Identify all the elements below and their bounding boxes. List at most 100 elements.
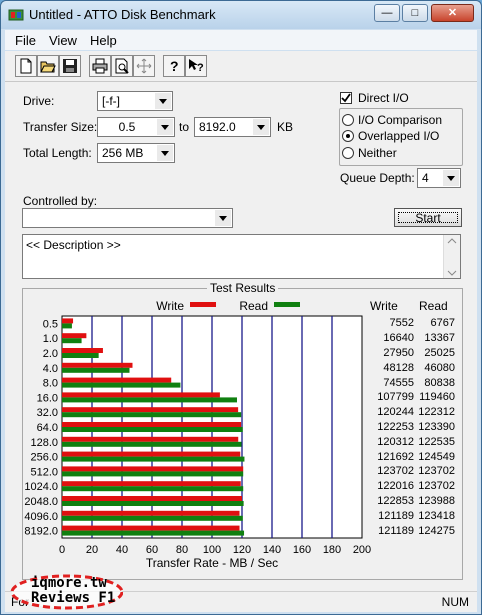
y-tick-label: 4.0 bbox=[43, 363, 58, 375]
x-tick-label: 0 bbox=[59, 544, 65, 556]
chevron-down-icon[interactable] bbox=[253, 119, 269, 135]
main-panel: Drive: [-f-] Transfer Size: 0.5 to 8192.… bbox=[5, 82, 477, 607]
write-bar bbox=[62, 525, 240, 531]
queue-depth-value: 4 bbox=[422, 171, 429, 185]
read-value: 124275 bbox=[418, 524, 455, 537]
read-bar bbox=[62, 530, 245, 536]
menu-view[interactable]: View bbox=[49, 33, 77, 48]
write-bar bbox=[62, 422, 242, 427]
write-bar bbox=[62, 318, 74, 324]
chevron-down-icon[interactable] bbox=[215, 210, 231, 226]
description-scrollbar[interactable] bbox=[443, 235, 460, 278]
read-value: 80838 bbox=[424, 376, 455, 389]
print-icon[interactable] bbox=[89, 55, 111, 77]
write-bar bbox=[62, 481, 241, 487]
x-tick-label: 20 bbox=[86, 544, 98, 556]
x-axis-label: Transfer Rate - MB / Sec bbox=[146, 556, 278, 570]
write-bar bbox=[62, 451, 241, 457]
x-tick-label: 120 bbox=[233, 544, 251, 556]
read-value: 122312 bbox=[418, 406, 455, 419]
legend-read-swatch bbox=[274, 302, 300, 307]
read-bar bbox=[62, 338, 82, 344]
total-length-value: 256 MB bbox=[102, 146, 144, 160]
maximize-button[interactable]: □ bbox=[402, 4, 428, 22]
neither-radio[interactable] bbox=[342, 147, 354, 159]
transfer-size-to-select[interactable]: 8192.0 bbox=[194, 117, 271, 137]
toolbar: ? ? bbox=[5, 51, 477, 82]
x-tick-label: 140 bbox=[263, 544, 281, 556]
read-bar bbox=[62, 486, 244, 492]
drive-select[interactable]: [-f-] bbox=[97, 91, 173, 111]
menu-help[interactable]: Help bbox=[90, 33, 117, 48]
controlled-by-select[interactable] bbox=[22, 208, 233, 228]
num-lock-indicator: NUM bbox=[441, 595, 469, 609]
svg-text:?: ? bbox=[170, 58, 179, 74]
title-bar[interactable]: Untitled - ATTO Disk Benchmark — □ ✕ bbox=[1, 1, 481, 29]
open-icon[interactable] bbox=[37, 55, 59, 77]
direct-io-checkbox[interactable] bbox=[340, 92, 352, 104]
minimize-button[interactable]: — bbox=[374, 4, 400, 22]
start-button[interactable]: Start bbox=[394, 208, 462, 227]
controlled-by-label: Controlled by: bbox=[23, 194, 98, 208]
y-tick-label: 256.0 bbox=[30, 452, 58, 464]
write-bar bbox=[62, 407, 239, 413]
window-title: Untitled - ATTO Disk Benchmark bbox=[29, 7, 216, 22]
watermark-line2: Reviews F1 bbox=[31, 590, 116, 606]
kb-label: KB bbox=[277, 120, 294, 134]
to-label: to bbox=[179, 120, 190, 134]
write-bar bbox=[62, 496, 242, 501]
chevron-down-icon[interactable] bbox=[155, 93, 171, 109]
transfer-from-value: 0.5 bbox=[118, 120, 136, 134]
read-value: 6767 bbox=[430, 317, 455, 330]
y-tick-label: 4096.0 bbox=[24, 511, 58, 523]
menu-file[interactable]: File bbox=[15, 33, 36, 48]
help-icon[interactable]: ? bbox=[163, 55, 185, 77]
y-tick-label: 512.0 bbox=[30, 466, 58, 478]
y-tick-label: 1.0 bbox=[43, 333, 58, 345]
chevron-down-icon[interactable] bbox=[157, 145, 173, 161]
save-icon[interactable] bbox=[59, 55, 81, 77]
read-column-header: Read bbox=[419, 299, 448, 313]
description-textarea[interactable]: << Description >> bbox=[22, 234, 461, 279]
x-tick-label: 100 bbox=[203, 544, 221, 556]
transfer-to-value: 8192.0 bbox=[199, 120, 236, 134]
context-help-icon[interactable]: ? bbox=[185, 55, 207, 77]
new-icon[interactable] bbox=[15, 55, 37, 77]
legend-write-label: Write bbox=[156, 299, 184, 313]
y-tick-label: 2.0 bbox=[43, 348, 58, 360]
read-value: 123702 bbox=[418, 480, 455, 493]
move-icon[interactable] bbox=[133, 55, 155, 77]
write-bar bbox=[62, 466, 244, 472]
write-bar bbox=[62, 436, 239, 442]
y-tick-label: 8192.0 bbox=[24, 526, 58, 538]
print-preview-icon[interactable] bbox=[111, 55, 133, 77]
read-bar bbox=[62, 441, 242, 447]
transfer-size-label: Transfer Size: bbox=[23, 120, 98, 134]
overlapped-io-radio[interactable] bbox=[342, 130, 354, 142]
read-value: 25025 bbox=[424, 347, 455, 359]
y-tick-label: 32.0 bbox=[37, 407, 58, 419]
close-button[interactable]: ✕ bbox=[431, 4, 474, 22]
y-tick-label: 16.0 bbox=[37, 392, 58, 404]
drive-value: [-f-] bbox=[102, 94, 120, 108]
io-comparison-radio[interactable] bbox=[342, 114, 354, 126]
write-bar bbox=[62, 510, 240, 516]
total-length-label: Total Length: bbox=[23, 146, 92, 160]
transfer-size-from-select[interactable]: 0.5 bbox=[97, 117, 175, 137]
read-bar bbox=[62, 427, 243, 432]
chevron-down-icon[interactable] bbox=[443, 170, 459, 186]
queue-depth-select[interactable]: 4 bbox=[417, 168, 461, 188]
read-bar bbox=[62, 382, 181, 388]
chevron-down-icon[interactable] bbox=[157, 119, 173, 135]
total-length-select[interactable]: 256 MB bbox=[97, 143, 175, 163]
read-value: 123988 bbox=[418, 495, 455, 507]
read-bar bbox=[62, 501, 244, 506]
read-bar bbox=[62, 412, 242, 418]
read-value: 124549 bbox=[418, 450, 455, 463]
write-bar bbox=[62, 333, 87, 339]
watermark-line1: iqmore.tw bbox=[31, 575, 107, 591]
read-value: 13367 bbox=[424, 332, 455, 345]
read-value: 123702 bbox=[418, 465, 455, 478]
read-bar bbox=[62, 353, 99, 358]
io-comparison-label: I/O Comparison bbox=[358, 113, 443, 127]
